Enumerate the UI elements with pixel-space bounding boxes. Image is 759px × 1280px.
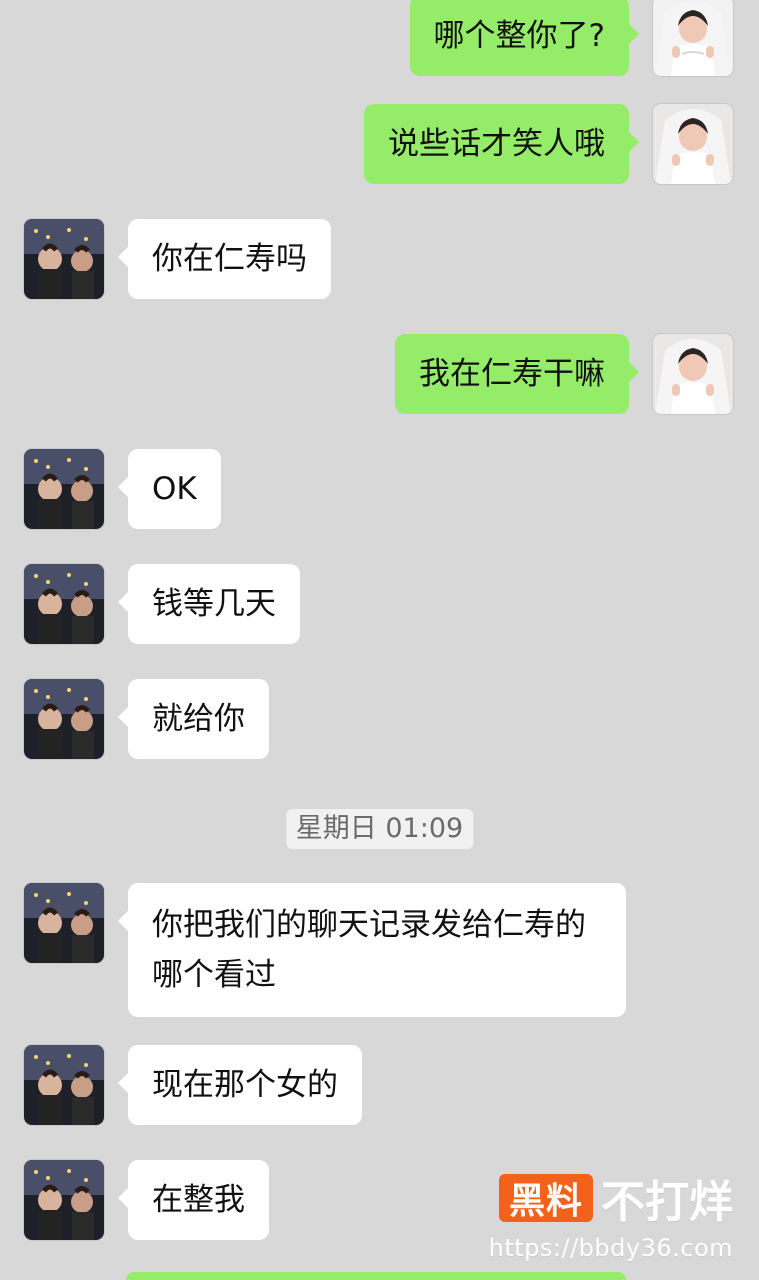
message-outgoing: 哪个整你了? bbox=[409, 0, 733, 76]
message-incoming: 钱等几天 bbox=[24, 564, 300, 644]
contact-avatar[interactable] bbox=[24, 883, 104, 963]
message-bubble-incoming[interactable]: 你把我们的聊天记录发给仁寿的哪个看过 bbox=[118, 883, 626, 1017]
city-night-avatar-icon bbox=[24, 1160, 104, 1240]
bride-avatar-icon bbox=[653, 334, 733, 414]
message-bubble-incoming[interactable]: OK bbox=[118, 449, 221, 529]
message-bubble-outgoing[interactable]: 哪个整你了? bbox=[409, 0, 640, 76]
message-outgoing: 我在仁寿干嘛 bbox=[395, 334, 733, 414]
contact-avatar[interactable] bbox=[24, 219, 104, 299]
bride-avatar-icon bbox=[653, 0, 733, 76]
message-bubble-incoming[interactable]: 钱等几天 bbox=[118, 564, 300, 644]
message-bubble-incoming[interactable]: 现在那个女的 bbox=[118, 1045, 362, 1125]
contact-avatar[interactable] bbox=[24, 564, 104, 644]
city-night-avatar-icon bbox=[24, 679, 104, 759]
contact-avatar[interactable] bbox=[24, 449, 104, 529]
bride-avatar-icon bbox=[653, 104, 733, 184]
watermark-url: https://bbdy36.com bbox=[488, 1234, 733, 1262]
city-night-avatar-icon bbox=[24, 449, 104, 529]
message-bubble-incoming[interactable]: 你在仁寿吗 bbox=[118, 219, 331, 299]
watermark-badge: 黑料 bbox=[498, 1174, 593, 1222]
chat-screen: 哪个整你了? 说些话才笑人哦 你在仁寿吗 我在仁寿干嘛 OK 钱等几天 就给你 … bbox=[0, 0, 759, 1280]
user-avatar[interactable] bbox=[653, 104, 733, 184]
city-night-avatar-icon bbox=[24, 564, 104, 644]
watermark-title: 不打烊 bbox=[601, 1177, 733, 1228]
message-bubble-outgoing[interactable]: 说些话才笑人哦 bbox=[364, 104, 639, 184]
contact-avatar[interactable] bbox=[24, 1045, 104, 1125]
message-bubble-incoming[interactable]: 在整我 bbox=[118, 1160, 269, 1240]
city-night-avatar-icon bbox=[24, 219, 104, 299]
message-incoming: 在整我 bbox=[24, 1160, 269, 1240]
message-incoming: 就给你 bbox=[24, 679, 269, 759]
message-incoming: 现在那个女的 bbox=[24, 1045, 362, 1125]
message-outgoing: 说些话才笑人哦 bbox=[364, 104, 733, 184]
contact-avatar[interactable] bbox=[24, 1160, 104, 1240]
message-incoming: 你在仁寿吗 bbox=[24, 219, 331, 299]
contact-avatar[interactable] bbox=[24, 679, 104, 759]
message-bubble-outgoing[interactable]: 我在仁寿干嘛 bbox=[395, 334, 639, 414]
next-message-bubble-peek bbox=[126, 1272, 626, 1280]
city-night-avatar-icon bbox=[24, 883, 104, 963]
city-night-avatar-icon bbox=[24, 1045, 104, 1125]
user-avatar[interactable] bbox=[653, 334, 733, 414]
user-avatar[interactable] bbox=[653, 0, 733, 76]
message-incoming: OK bbox=[24, 449, 221, 529]
watermark: 黑料 不打烊 https://bbdy36.com bbox=[463, 1170, 733, 1262]
message-incoming: 你把我们的聊天记录发给仁寿的哪个看过 bbox=[24, 883, 626, 1017]
timestamp: 星期日 01:09 bbox=[285, 809, 474, 849]
message-bubble-incoming[interactable]: 就给你 bbox=[118, 679, 269, 759]
watermark-logo: 黑料 不打烊 bbox=[498, 1170, 733, 1228]
